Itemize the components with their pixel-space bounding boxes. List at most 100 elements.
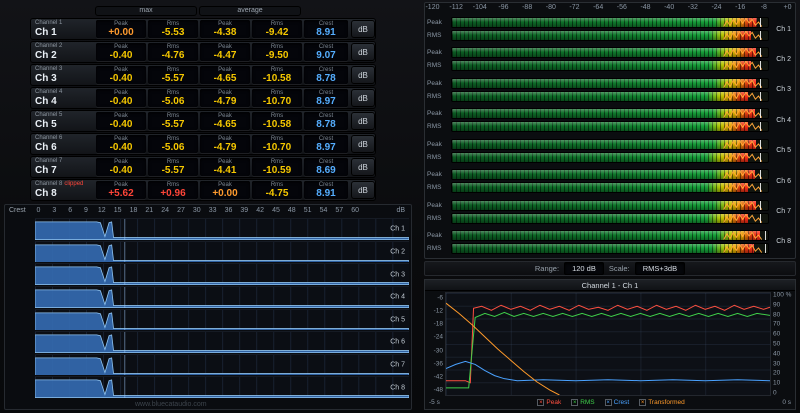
axis-tick-label: -32: [688, 4, 698, 11]
axis-tick-label: -56: [617, 4, 627, 11]
legend-checkbox[interactable]: ×: [537, 399, 544, 406]
db-unit-button[interactable]: dB: [351, 158, 375, 176]
legend-checkbox[interactable]: ×: [605, 399, 612, 406]
channel-cell[interactable]: Channel 1 Ch 1: [31, 20, 95, 38]
axis-tick-label: -42: [434, 373, 443, 380]
channel-number-label: Channel 1: [35, 20, 95, 27]
axis-tick-label: 12: [98, 207, 106, 214]
meter-fill: [452, 48, 756, 57]
crest-header: Crest 0369121518212427303336394245485154…: [5, 205, 411, 217]
crest-channel-label: Ch 5: [390, 316, 405, 323]
channel-number-label: Channel 5: [35, 112, 95, 119]
meter-fill: [452, 18, 757, 27]
crest-distribution-shape: [35, 358, 409, 376]
axis-tick-label: 57: [335, 207, 343, 214]
rms-meter-bar: [451, 91, 769, 102]
axis-tick-label: 51: [304, 207, 312, 214]
rms-meter-bar: [451, 213, 769, 224]
crest-cell: Crest 8.91: [304, 181, 348, 199]
avg-peak-cell: Peak +0.00: [200, 181, 250, 199]
db-unit-button[interactable]: dB: [351, 135, 375, 153]
crest-distribution-shape: [35, 222, 409, 240]
cell-value: -5.57: [148, 120, 198, 130]
axis-tick-label: -12: [434, 308, 443, 315]
peak-hold-marker: [760, 79, 761, 88]
meter-fill: [452, 153, 748, 162]
meter-rows: Peak RMS Ch 1: [427, 15, 793, 256]
avg-rms-cell: Rms -10.58: [252, 66, 302, 84]
channel-cell[interactable]: Channel 3 Ch 3: [31, 66, 95, 84]
axis-tick-label: -40: [664, 4, 674, 11]
legend-label: Peak: [546, 399, 561, 406]
axis-tick-label: 100 %: [773, 292, 791, 299]
meter-fill: [452, 201, 756, 210]
channel-stats-row: Channel 8clipped Ch 8 Peak +5.62 Rms +0.…: [30, 179, 376, 201]
db-unit-button[interactable]: dB: [351, 43, 375, 61]
db-unit-button[interactable]: dB: [351, 89, 375, 107]
rms-meter-bar: [451, 182, 769, 193]
channel-cell[interactable]: Channel 7 Ch 7: [31, 158, 95, 176]
axis-tick-label: 3: [52, 207, 56, 214]
meter-channel-row: Peak RMS Ch 1: [427, 15, 793, 43]
cell-value: -0.40: [96, 166, 146, 176]
crest-histogram-plot: [35, 355, 409, 376]
range-value-dropdown[interactable]: 120 dB: [564, 262, 604, 275]
channel-name: Ch 5: [35, 119, 95, 130]
channel-number-label: Channel 3: [35, 66, 95, 73]
stats-group-header-row: max average: [30, 6, 376, 16]
meter-type-labels: Peak RMS: [427, 17, 451, 41]
max-group-header: max: [95, 6, 197, 16]
rms-label: RMS: [427, 121, 451, 132]
db-unit-button[interactable]: dB: [351, 112, 375, 130]
x-axis-label-left: -5 s: [429, 399, 440, 406]
channel-cell[interactable]: Channel 8clipped Ch 8: [31, 181, 95, 199]
meter-bars: [451, 200, 769, 224]
watermark-link: www.bluecataudio.com: [135, 401, 207, 408]
axis-tick-label: 6: [68, 207, 72, 214]
db-unit-button[interactable]: dB: [351, 20, 375, 38]
cell-value: -9.50: [252, 51, 302, 61]
channel-stats-row: Channel 5 Ch 5 Peak -0.40 Rms -5.57 Peak…: [30, 110, 376, 132]
peak-label: Peak: [427, 169, 451, 180]
meter-bars: [451, 139, 769, 163]
peak-hold-marker: [760, 48, 761, 57]
db-unit-button[interactable]: dB: [351, 181, 375, 199]
cell-value: -4.65: [200, 120, 250, 130]
meter-fill: [452, 170, 755, 179]
legend-checkbox[interactable]: ×: [639, 399, 646, 406]
scale-value-dropdown[interactable]: RMS+3dB: [635, 262, 685, 275]
channel-name: Ch 4: [35, 96, 95, 107]
meter-bars: [451, 169, 769, 193]
channel-cell[interactable]: Channel 2 Ch 2: [31, 43, 95, 61]
channel-cell[interactable]: Channel 6 Ch 6: [31, 135, 95, 153]
history-y-axis-left: -6-12-18-24-30-36-42-48: [427, 292, 445, 396]
axis-tick-label: 20: [773, 370, 780, 377]
channel-cell[interactable]: Channel 4 Ch 4: [31, 89, 95, 107]
channel-number-text: Channel 6: [35, 135, 62, 141]
legend-checkbox[interactable]: ×: [571, 399, 578, 406]
peak-hold-marker: [760, 61, 761, 70]
avg-rms-cell: Rms -9.42: [252, 20, 302, 38]
history-series-crest: [446, 361, 770, 380]
peak-meter-bar: [451, 17, 769, 28]
channel-number-label: Channel 4: [35, 89, 95, 96]
peak-label: Peak: [427, 78, 451, 89]
crest-histogram-plot: [35, 287, 409, 308]
legend-label: Crest: [614, 399, 630, 406]
meter-settings-bar: Range: 120 dB Scale: RMS+3dB: [424, 261, 796, 276]
axis-tick-label: 18: [130, 207, 138, 214]
axis-tick-label: -24: [711, 4, 721, 11]
channel-cell[interactable]: Channel 5 Ch 5: [31, 112, 95, 130]
max-rms-cell: Rms -5.57: [148, 158, 198, 176]
db-unit-button[interactable]: dB: [351, 66, 375, 84]
history-legend: × Peak × RMS × Crest × Transformed: [440, 399, 782, 406]
history-plot: [445, 292, 771, 396]
crest-histogram-row: Ch 4: [35, 286, 409, 308]
crest-histogram-plot: [35, 332, 409, 353]
avg-peak-cell: Peak -4.79: [200, 135, 250, 153]
crest-histogram-row: Ch 1: [35, 218, 409, 240]
average-group-header: average: [199, 6, 301, 16]
axis-tick-label: -112: [449, 4, 463, 11]
crest-channel-label: Ch 4: [390, 294, 405, 301]
axis-tick-label: 9: [84, 207, 88, 214]
